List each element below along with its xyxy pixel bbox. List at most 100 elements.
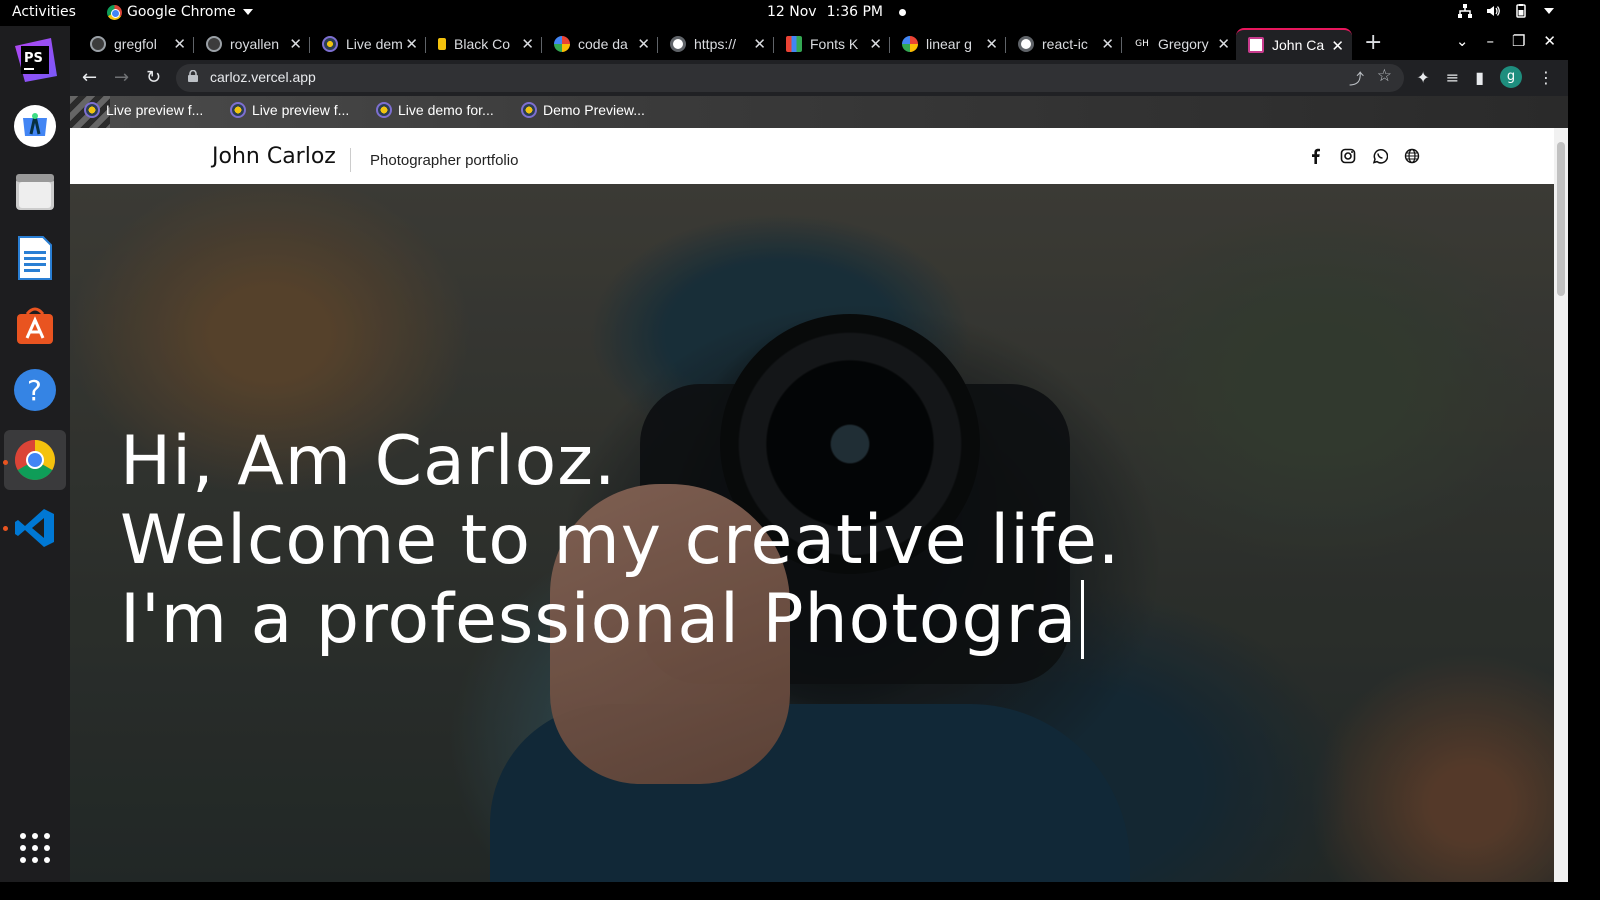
bookmark-item[interactable]: Demo Preview...	[521, 102, 645, 118]
svg-text:PS: PS	[24, 51, 43, 66]
bookmark-item[interactable]: Live preview f...	[230, 102, 349, 118]
bookmark-item[interactable]: Live demo for...	[376, 102, 494, 118]
share-icon[interactable]: ⤴	[1349, 68, 1364, 89]
close-tab-icon[interactable]: ✕	[637, 35, 650, 53]
globe-icon[interactable]	[1404, 148, 1420, 164]
clock[interactable]: 12 Nov 1:36 PM	[767, 4, 907, 20]
tab-code-da[interactable]: code da ✕	[542, 28, 658, 60]
profile-avatar[interactable]: g	[1500, 66, 1522, 88]
dock-help[interactable]: ?	[11, 366, 59, 414]
hero-line-greeting: Hi, Am Carloz.	[120, 422, 617, 501]
new-tab-button[interactable]: +	[1364, 30, 1382, 55]
lock-icon	[188, 70, 198, 82]
app-menu-label: Google Chrome	[127, 4, 236, 20]
close-tab-icon[interactable]: ✕	[1217, 35, 1230, 53]
tab-linear-gradient[interactable]: linear g ✕	[890, 28, 1006, 60]
back-arrow-icon[interactable]: ←	[82, 67, 97, 88]
dock-chrome[interactable]	[4, 430, 66, 490]
system-tray[interactable]	[1458, 4, 1554, 18]
running-indicator	[3, 460, 8, 465]
clock-date: 12 Nov	[767, 4, 817, 20]
battery-icon	[1516, 4, 1526, 18]
netlify-icon	[376, 102, 392, 118]
caret-down-icon	[1544, 8, 1554, 14]
tab-john-carloz[interactable]: John Ca ✕	[1236, 28, 1352, 60]
close-tab-icon[interactable]: ✕	[289, 35, 302, 53]
netlify-icon	[521, 102, 537, 118]
close-tab-icon[interactable]: ✕	[173, 35, 186, 53]
tab-fonts[interactable]: Fonts K ✕	[774, 28, 890, 60]
globe-icon	[670, 36, 686, 52]
netlify-icon	[322, 36, 338, 52]
forward-arrow-icon[interactable]: →	[114, 67, 129, 88]
tab-royallen[interactable]: royallen ✕	[194, 28, 310, 60]
site-tagline: Photographer portfolio	[370, 152, 519, 169]
page-scrollbar[interactable]	[1554, 128, 1568, 882]
tab-black-code[interactable]: Black Co ✕	[426, 28, 542, 60]
reload-icon[interactable]: ↻	[146, 67, 161, 88]
tab-gregory[interactable]: GH Gregory ✕	[1122, 28, 1238, 60]
dock-writer[interactable]	[11, 234, 59, 282]
google-icon	[554, 36, 570, 52]
svg-text:?: ?	[27, 374, 42, 407]
web-page: John Carloz Photographer portfolio Hi, A…	[70, 128, 1554, 882]
address-bar[interactable]: carloz.vercel.app ⤴ ☆	[176, 64, 1404, 92]
netlify-icon	[84, 102, 100, 118]
divider	[350, 148, 351, 172]
software-store-icon	[17, 307, 53, 344]
volume-icon	[1487, 6, 1500, 16]
github-icon	[206, 36, 222, 52]
tab-gregfol[interactable]: gregfol ✕	[78, 28, 194, 60]
dock-vscode[interactable]	[11, 504, 59, 552]
social-links	[1308, 148, 1420, 164]
restore-icon[interactable]: ❐	[1512, 32, 1525, 50]
kebab-menu-icon[interactable]: ⋮	[1538, 68, 1554, 87]
bookmark-star-icon[interactable]: ☆	[1377, 66, 1392, 86]
minimize-icon[interactable]: –	[1486, 32, 1494, 50]
fonts-icon	[786, 36, 802, 52]
tab-live-demo[interactable]: Live dem ✕	[310, 28, 426, 60]
site-brand[interactable]: John Carloz	[212, 144, 336, 169]
android-studio-icon	[14, 105, 56, 147]
browser-toolbar: ← → ↻ carloz.vercel.app ⤴ ☆ ✦ ≡ ▮ g ⋮	[70, 60, 1568, 96]
instagram-icon[interactable]	[1340, 148, 1356, 164]
dock-phpstorm[interactable]: PS	[11, 36, 59, 84]
side-panel-icon[interactable]: ▮	[1475, 68, 1484, 87]
close-tab-icon[interactable]: ✕	[1331, 37, 1344, 55]
close-tab-icon[interactable]: ✕	[753, 35, 766, 53]
help-icon: ?	[14, 369, 56, 411]
site-header: John Carloz Photographer portfolio	[70, 128, 1554, 184]
hero-heading: Hi, Am Carloz. Welcome to my creative li…	[120, 422, 1120, 659]
activities-button[interactable]: Activities	[12, 4, 76, 20]
app-menu[interactable]: Google Chrome	[107, 4, 253, 20]
tab-search-icon[interactable]: ⌄	[1456, 32, 1469, 50]
close-tab-icon[interactable]: ✕	[985, 35, 998, 53]
bookmark-item[interactable]: Live preview f...	[84, 102, 203, 118]
tab-https[interactable]: https:// ✕	[658, 28, 774, 60]
network-icon	[1458, 4, 1472, 18]
facebook-icon[interactable]	[1308, 148, 1324, 164]
clock-time: 1:36 PM	[826, 4, 884, 20]
scrollbar-thumb[interactable]	[1557, 142, 1565, 296]
tab-react-icons[interactable]: react-ic ✕	[1006, 28, 1122, 60]
caret-down-icon	[242, 9, 253, 15]
dock-files[interactable]	[11, 168, 59, 216]
whatsapp-icon[interactable]	[1372, 148, 1388, 164]
bookmark-icon	[438, 38, 446, 50]
hero-line-typing: I'm a professional Photogra	[120, 580, 1085, 659]
close-tab-icon[interactable]: ✕	[1101, 35, 1114, 53]
dock-software[interactable]	[11, 300, 59, 348]
window-controls: ⌄ – ❐ ✕	[1456, 32, 1556, 50]
app-grid-icon	[20, 833, 50, 863]
writer-icon	[18, 236, 52, 280]
show-applications-button[interactable]	[11, 824, 59, 872]
close-window-icon[interactable]: ✕	[1543, 32, 1556, 50]
phpstorm-icon: PS	[15, 38, 57, 82]
reading-list-icon[interactable]: ≡	[1446, 68, 1459, 87]
close-tab-icon[interactable]: ✕	[869, 35, 882, 53]
close-tab-icon[interactable]: ✕	[521, 35, 534, 53]
extensions-icon[interactable]: ✦	[1416, 68, 1429, 87]
dock-android-studio[interactable]	[11, 102, 59, 150]
close-tab-icon[interactable]: ✕	[405, 35, 418, 53]
page-icon	[1248, 37, 1264, 53]
